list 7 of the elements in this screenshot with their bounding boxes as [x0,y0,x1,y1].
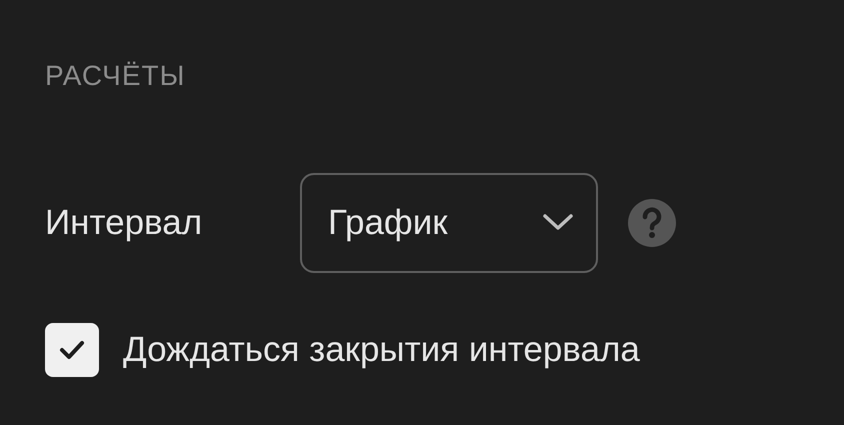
section-title: РАСЧЁТЫ [45,59,186,93]
interval-label: Интервал [45,202,204,244]
interval-select[interactable]: График [300,173,598,273]
chevron-down-icon [542,213,574,233]
checkmark-icon [58,339,86,361]
checkbox-label: Дождаться закрытия интервала [123,328,640,371]
checkbox[interactable] [45,323,99,377]
